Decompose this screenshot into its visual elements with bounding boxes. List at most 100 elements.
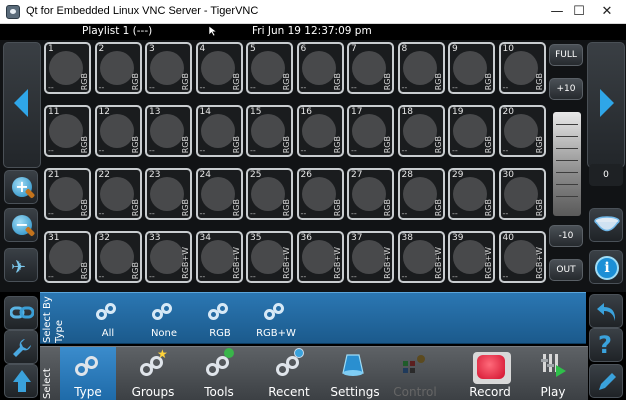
fixture-cell[interactable]: 6 -- RGB	[296, 42, 344, 94]
type-rgb-button[interactable]: RGB	[194, 299, 246, 343]
type-all-button[interactable]: All	[82, 299, 134, 343]
type-rgbw-button[interactable]: RGB+W	[250, 299, 302, 343]
fixture-mode: RGB	[231, 198, 241, 216]
tab-recent[interactable]: Recent	[256, 347, 322, 400]
fixture-cell[interactable]: 20 -- RGB	[498, 105, 546, 157]
play-button[interactable]: Play	[524, 347, 582, 400]
fixture-cell[interactable]: 32 -- RGB	[94, 231, 142, 283]
airplane-mode-button[interactable]: ✈	[4, 248, 38, 282]
fixture-cell[interactable]: 25 -- RGB	[246, 168, 293, 220]
fixture-cell[interactable]: 16 -- RGB	[296, 105, 344, 157]
fixture-cell[interactable]: 7 -- RGB	[347, 42, 394, 94]
fixture-cell[interactable]: 40 -- RGB+W	[498, 231, 546, 283]
fixture-cell[interactable]: 35 -- RGB+W	[246, 231, 293, 283]
fixture-mode: RGB+W	[534, 247, 544, 279]
fixture-cell[interactable]: 3 -- RGB	[145, 42, 192, 94]
plus-10-button[interactable]: +10	[549, 78, 583, 100]
clear-button[interactable]	[589, 208, 623, 242]
fixture-mode: RGB	[484, 198, 493, 216]
fixture-value: --	[98, 146, 105, 155]
fixture-cell[interactable]: 33 -- RGB+W	[145, 231, 192, 283]
fixture-cell[interactable]: 38 -- RGB+W	[397, 231, 445, 283]
fixture-mode: RGB+W	[332, 247, 342, 279]
fixture-cell[interactable]: 10 -- RGB	[498, 42, 546, 94]
fixture-cell[interactable]: 27 -- RGB	[347, 168, 394, 220]
fixture-mode: RGB	[181, 135, 190, 153]
fixture-mode: RGB	[80, 135, 89, 153]
fixture-cell[interactable]: 12 -- RGB	[94, 105, 142, 157]
next-page-button[interactable]	[587, 42, 625, 168]
fixture-cell[interactable]: 8 -- RGB	[397, 42, 445, 94]
close-button[interactable]: ✕	[584, 0, 626, 24]
fixture-cell[interactable]: 13 -- RGB	[145, 105, 192, 157]
fixture-mode: RGB	[282, 198, 291, 216]
home-up-button[interactable]	[4, 364, 38, 398]
tab-groups[interactable]: ★ Groups	[124, 347, 182, 400]
fixture-cell[interactable]: 24 -- RGB	[195, 168, 243, 220]
fixture-color-swatch	[99, 240, 134, 274]
fixture-value: --	[401, 146, 408, 155]
fixture-cell[interactable]: 21 -- RGB	[44, 168, 91, 220]
fixture-cell[interactable]: 19 -- RGB	[448, 105, 495, 157]
fixture-cell[interactable]: 34 -- RGB+W	[195, 231, 243, 283]
fixture-value: --	[48, 272, 54, 281]
fixture-cell[interactable]: 31 -- RGB	[44, 231, 91, 283]
fixture-cell[interactable]: 36 -- RGB+W	[296, 231, 344, 283]
fixture-cell[interactable]: 1 -- RGB	[44, 42, 91, 94]
fixture-mode: RGB	[433, 72, 443, 90]
fixture-color-swatch	[99, 177, 134, 211]
fixture-value: --	[502, 83, 509, 92]
fixture-color-swatch	[49, 177, 83, 211]
fixture-color-swatch	[352, 114, 386, 148]
chevron-left-icon	[14, 89, 28, 117]
wrench-button[interactable]	[4, 330, 38, 364]
link-button[interactable]	[4, 296, 38, 330]
full-button[interactable]: FULL	[549, 44, 583, 66]
fixture-cell[interactable]: 30 -- RGB	[498, 168, 546, 220]
window-titlebar: Qt for Embedded Linux VNC Server - Tiger…	[0, 0, 626, 24]
fixture-cell[interactable]: 14 -- RGB	[195, 105, 243, 157]
fixture-cell[interactable]: 17 -- RGB	[347, 105, 394, 157]
fixture-value: --	[149, 272, 155, 281]
tab-settings[interactable]: Settings	[326, 347, 384, 400]
fixture-cell[interactable]: 2 -- RGB	[94, 42, 142, 94]
type-none-button[interactable]: None	[138, 299, 190, 343]
fixture-cell[interactable]: 5 -- RGB	[246, 42, 293, 94]
fixture-rings-icon	[264, 299, 288, 323]
master-fader[interactable]	[553, 112, 581, 216]
fixture-value: --	[300, 209, 307, 218]
playlist-label[interactable]: Playlist 1 (---)	[82, 25, 152, 37]
tab-tools[interactable]: Tools	[190, 347, 248, 400]
undo-button[interactable]	[589, 294, 623, 328]
tab-control[interactable]: Control	[386, 347, 444, 400]
edit-button[interactable]	[589, 364, 623, 398]
previous-page-button[interactable]	[3, 42, 41, 168]
fixture-cell[interactable]: 15 -- RGB	[246, 105, 293, 157]
fixture-cell[interactable]: 4 -- RGB	[195, 42, 243, 94]
fixture-cell[interactable]: 9 -- RGB	[448, 42, 495, 94]
spotlight-icon	[341, 351, 369, 379]
fixture-cell[interactable]: 23 -- RGB	[145, 168, 192, 220]
fixture-cell[interactable]: 37 -- RGB+W	[347, 231, 394, 283]
fixture-cell[interactable]: 26 -- RGB	[296, 168, 344, 220]
fixture-cell[interactable]: 18 -- RGB	[397, 105, 445, 157]
out-button[interactable]: OUT	[549, 259, 583, 281]
fixture-cell[interactable]: 11 -- RGB	[44, 105, 91, 157]
fixture-cell[interactable]: 22 -- RGB	[94, 168, 142, 220]
zoom-out-button[interactable]: −	[4, 208, 38, 242]
help-button[interactable]: ?	[589, 328, 623, 362]
zoom-in-button[interactable]: +	[4, 170, 38, 204]
question-icon: ?	[598, 331, 612, 359]
fixture-color-swatch	[402, 177, 437, 211]
fixture-number: 6	[300, 44, 307, 54]
fixture-color-swatch	[99, 114, 134, 148]
fixture-cell[interactable]: 29 -- RGB	[448, 168, 495, 220]
fixture-color-swatch	[150, 114, 184, 148]
tab-type[interactable]: Type	[60, 347, 116, 400]
fixture-cell[interactable]: 28 -- RGB	[397, 168, 445, 220]
fixture-value: --	[452, 209, 458, 218]
info-button[interactable]: i	[589, 250, 623, 284]
fixture-mode: RGB	[181, 72, 190, 90]
minus-10-button[interactable]: -10	[549, 225, 583, 247]
fixture-cell[interactable]: 39 -- RGB+W	[448, 231, 495, 283]
